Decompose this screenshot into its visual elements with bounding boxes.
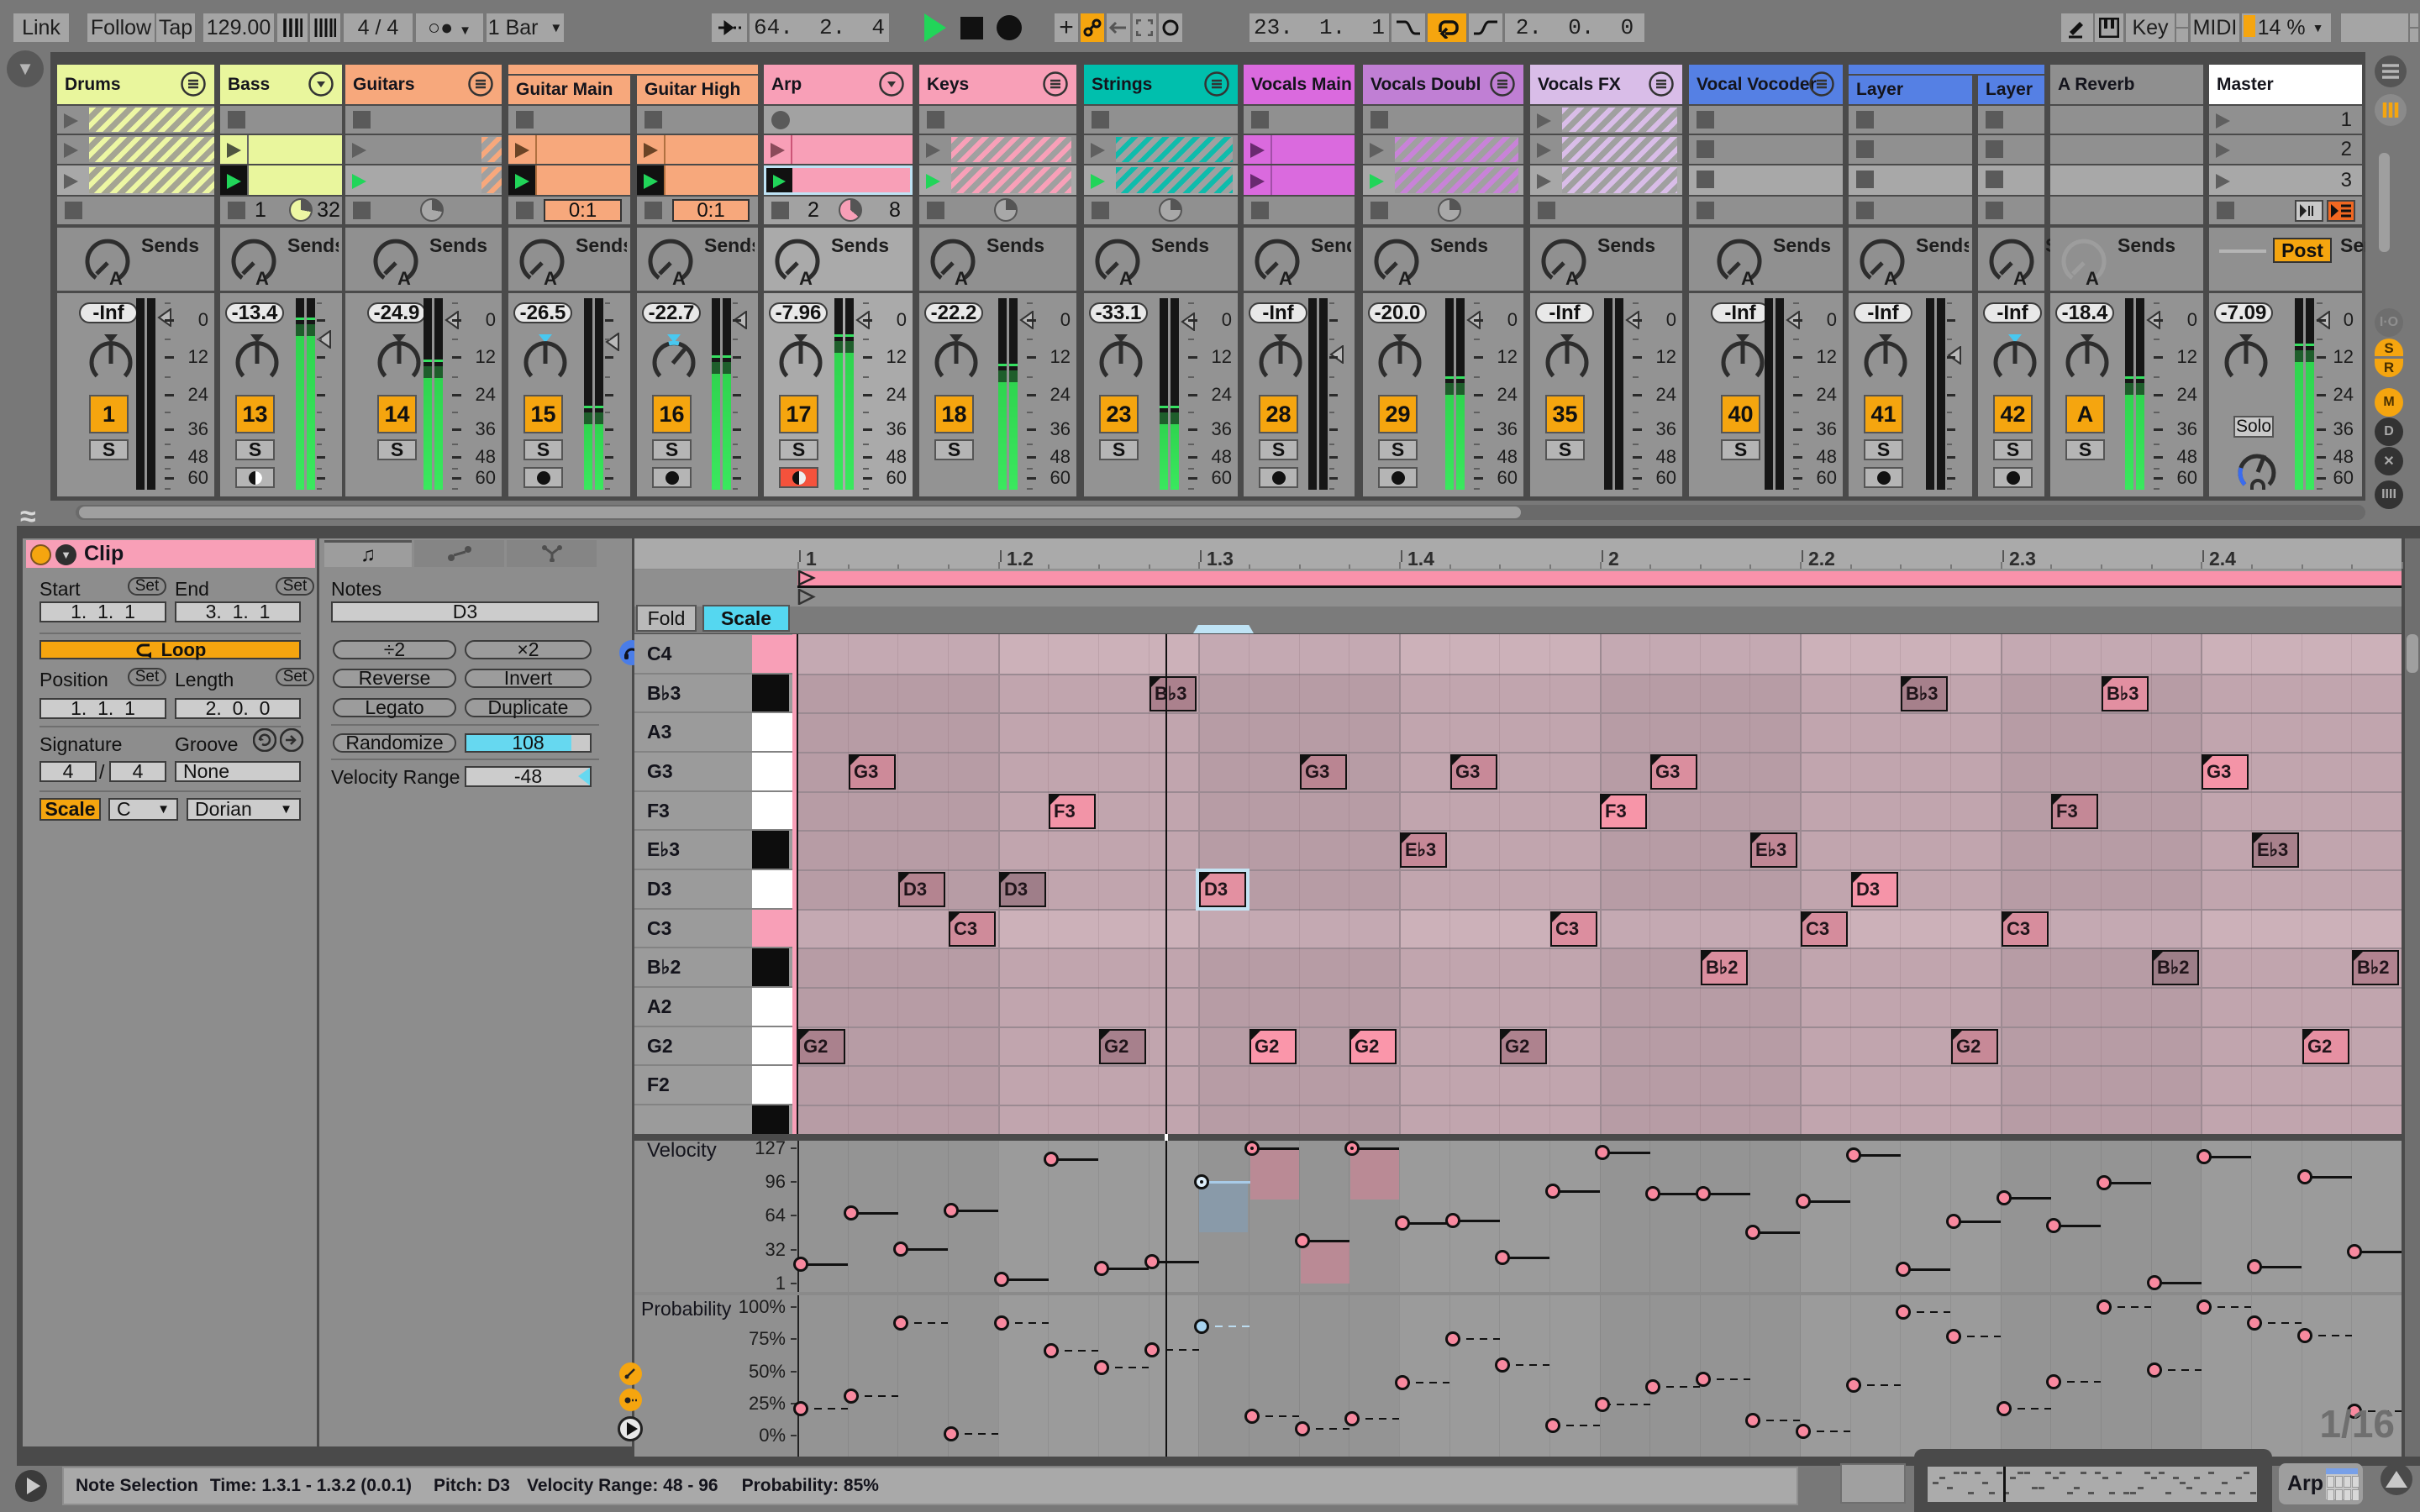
svg-text:A: A: [397, 268, 411, 286]
svg-text:A: A: [109, 268, 123, 286]
svg-text:A: A: [1398, 268, 1412, 286]
svg-text:A: A: [1741, 268, 1754, 286]
svg-text:A: A: [799, 268, 813, 286]
svg-text:A: A: [255, 268, 269, 286]
svg-text:A: A: [1279, 268, 1292, 286]
svg-text:A: A: [1565, 268, 1579, 286]
svg-text:A: A: [2013, 268, 2027, 286]
svg-text:A: A: [2086, 268, 2099, 286]
svg-text:A: A: [955, 268, 968, 286]
svg-text:A: A: [1119, 268, 1133, 286]
svg-text:A: A: [544, 268, 557, 286]
svg-text:A: A: [672, 268, 686, 286]
svg-text:A: A: [1884, 268, 1897, 286]
